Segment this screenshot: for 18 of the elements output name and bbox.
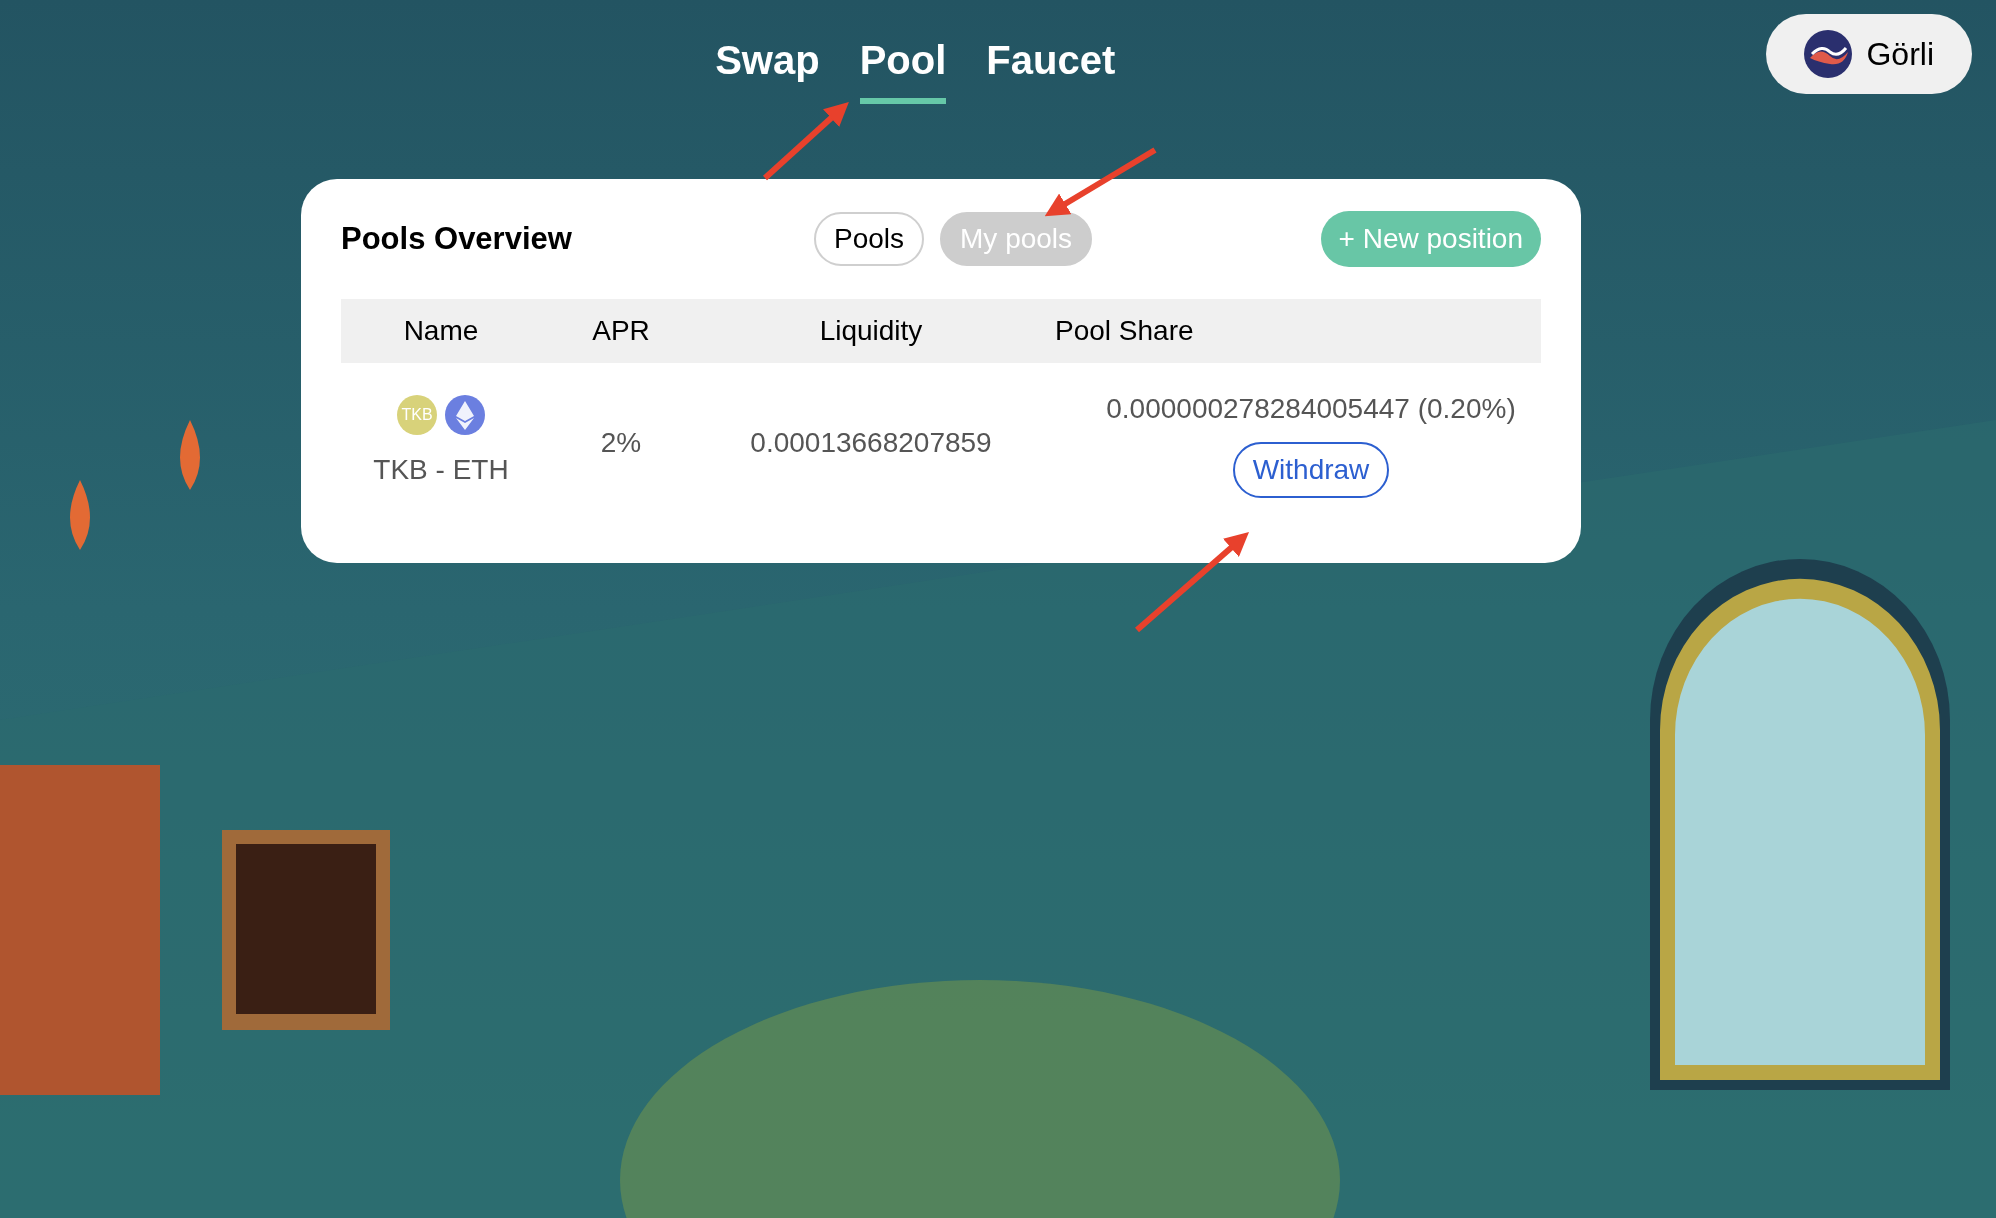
filter-tab[interactable]: Pools [814, 212, 925, 266]
network-logo-icon [1804, 30, 1853, 78]
withdraw-button[interactable]: Withdraw [1232, 442, 1390, 498]
nav-tab[interactable]: Pool [859, 30, 947, 104]
token-badge: TKB [397, 395, 437, 435]
card-title: Pools Overview [341, 219, 573, 258]
network-button[interactable]: Görli [1766, 14, 1972, 94]
column-header: Pool Share [1054, 314, 1195, 348]
column-header: APR [591, 314, 651, 348]
nav-tab[interactable]: Swap [715, 30, 820, 104]
pool-share-value: 0.000000278284005447 (0.20%) [1106, 392, 1516, 426]
nav-tab[interactable]: Faucet [986, 30, 1116, 104]
column-header: Liquidity [818, 314, 924, 348]
liquidity-value: 0.00013668207859 [749, 426, 993, 460]
pool-name: TKB - ETH [373, 453, 509, 487]
apr-value: 2% [599, 426, 643, 460]
ether-icon [445, 395, 485, 435]
column-header: Name [402, 314, 480, 348]
